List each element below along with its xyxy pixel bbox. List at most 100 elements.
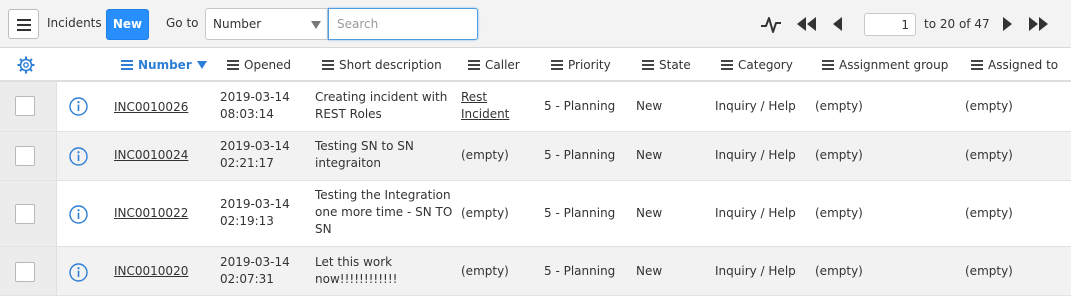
column-menu-icon[interactable] xyxy=(971,60,983,70)
description-line: integraiton xyxy=(315,156,381,170)
short-description-cell: Testing SN to SN integraiton xyxy=(315,138,414,172)
assignment-group-cell: (empty) xyxy=(815,206,863,220)
description-line: Testing the Integration xyxy=(315,188,451,202)
assigned-to-cell: (empty) xyxy=(965,206,1013,220)
description-line: SN xyxy=(315,222,332,236)
priority-cell: 5 - Planning xyxy=(544,148,616,162)
info-circle-icon[interactable] xyxy=(69,205,88,224)
column-header-number[interactable]: Number xyxy=(121,58,207,72)
info-circle-icon[interactable] xyxy=(69,263,88,282)
column-header-category[interactable]: Category xyxy=(721,58,793,72)
column-menu-icon[interactable] xyxy=(468,60,480,70)
opened-cell: 2019-03-14 02:19:13 xyxy=(220,196,290,230)
first-page-icon[interactable] xyxy=(795,15,819,33)
state-cell: New xyxy=(636,264,663,278)
assigned-to-cell: (empty) xyxy=(965,99,1013,113)
opened-cell: 2019-03-14 02:07:31 xyxy=(220,254,290,288)
column-menu-icon[interactable] xyxy=(551,60,563,70)
goto-field-select[interactable]: Number xyxy=(205,8,328,40)
column-label: Assignment group xyxy=(839,58,949,72)
row-select-cell xyxy=(0,181,57,246)
caller-link[interactable]: Rest Incident xyxy=(461,89,509,123)
table-row: INC0010026 2019-03-14 08:03:14 Creating … xyxy=(0,82,1071,132)
list-title: Incidents xyxy=(47,16,102,30)
table-row: INC0010024 2019-03-14 02:21:17 Testing S… xyxy=(0,132,1071,181)
new-button[interactable]: New xyxy=(106,9,149,40)
description-line: one more time - SN TO xyxy=(315,205,453,219)
state-cell: New xyxy=(636,148,663,162)
short-description-cell: Let this work now!!!!!!!!!!!! xyxy=(315,254,398,288)
goto-label: Go to xyxy=(166,16,199,30)
column-label: Short description xyxy=(339,58,442,72)
category-cell: Inquiry / Help xyxy=(715,264,796,278)
column-menu-icon[interactable] xyxy=(822,60,834,70)
opened-cell: 2019-03-14 08:03:14 xyxy=(220,89,290,123)
row-select-cell xyxy=(0,247,57,295)
opened-time: 08:03:14 xyxy=(220,107,274,121)
opened-cell: 2019-03-14 02:21:17 xyxy=(220,138,290,172)
column-label: Category xyxy=(738,58,793,72)
assigned-to-cell: (empty) xyxy=(965,264,1013,278)
caller-line: Rest xyxy=(461,90,488,104)
info-circle-icon[interactable] xyxy=(69,97,88,116)
last-page-icon[interactable] xyxy=(1026,15,1050,33)
column-header-opened[interactable]: Opened xyxy=(227,58,291,72)
incident-number-link[interactable]: INC0010024 xyxy=(114,147,188,164)
column-header-short-description[interactable]: Short description xyxy=(322,58,442,72)
page-number-input[interactable] xyxy=(864,13,916,36)
column-header-caller[interactable]: Caller xyxy=(468,58,520,72)
list-toolbar: Incidents New Go to Number to 20 of 47 xyxy=(0,0,1071,48)
gear-icon[interactable] xyxy=(17,56,35,74)
row-checkbox[interactable] xyxy=(15,262,35,282)
column-menu-icon[interactable] xyxy=(322,60,334,70)
column-label: State xyxy=(659,58,691,72)
info-circle-icon[interactable] xyxy=(69,147,88,166)
column-menu-icon[interactable] xyxy=(642,60,654,70)
description-line: REST Roles xyxy=(315,107,382,121)
priority-cell: 5 - Planning xyxy=(544,264,616,278)
column-header-assignment-group[interactable]: Assignment group xyxy=(822,58,948,72)
column-menu-icon[interactable] xyxy=(121,60,133,70)
category-cell: Inquiry / Help xyxy=(715,99,796,113)
page-range-text: to 20 of 47 xyxy=(924,17,990,31)
column-header-state[interactable]: State xyxy=(642,58,691,72)
incident-number-link[interactable]: INC0010026 xyxy=(114,99,188,116)
activity-pulse-icon[interactable] xyxy=(760,13,782,35)
caller-cell: (empty) xyxy=(461,148,509,162)
column-label: Opened xyxy=(244,58,292,72)
row-checkbox[interactable] xyxy=(15,146,35,166)
column-menu-icon[interactable] xyxy=(721,60,733,70)
previous-page-icon[interactable] xyxy=(831,15,845,33)
dropdown-arrow-icon xyxy=(311,21,321,29)
next-page-icon[interactable] xyxy=(1000,15,1014,33)
caller-cell: (empty) xyxy=(461,264,509,278)
incident-number-link[interactable]: INC0010022 xyxy=(114,205,188,222)
row-checkbox[interactable] xyxy=(15,204,35,224)
assignment-group-cell: (empty) xyxy=(815,148,863,162)
table-row: INC0010020 2019-03-14 02:07:31 Let this … xyxy=(0,247,1071,296)
priority-cell: 5 - Planning xyxy=(544,99,616,113)
search-input[interactable] xyxy=(328,8,478,40)
incident-number-link[interactable]: INC0010020 xyxy=(114,263,188,280)
opened-time: 02:07:31 xyxy=(220,272,274,286)
state-cell: New xyxy=(636,206,663,220)
opened-date: 2019-03-14 xyxy=(220,197,290,211)
category-cell: Inquiry / Help xyxy=(715,148,796,162)
column-label: Caller xyxy=(485,58,520,72)
category-cell: Inquiry / Help xyxy=(715,206,796,220)
opened-date: 2019-03-14 xyxy=(220,90,290,104)
column-label: Assigned to xyxy=(988,58,1059,72)
column-header-assigned-to[interactable]: Assigned to xyxy=(971,58,1058,72)
row-select-cell xyxy=(0,132,57,180)
goto-field-value: Number xyxy=(213,17,262,31)
hamburger-menu-icon[interactable] xyxy=(8,9,39,39)
caller-cell: (empty) xyxy=(461,206,509,220)
table-row: INC0010022 2019-03-14 02:19:13 Testing t… xyxy=(0,181,1071,247)
row-checkbox[interactable] xyxy=(15,96,35,116)
description-line: Let this work xyxy=(315,255,393,269)
column-menu-icon[interactable] xyxy=(227,60,239,70)
column-header-priority[interactable]: Priority xyxy=(551,58,611,72)
opened-date: 2019-03-14 xyxy=(220,139,290,153)
short-description-cell: Creating incident with REST Roles xyxy=(315,89,447,123)
description-line: Testing SN to SN xyxy=(315,139,414,153)
